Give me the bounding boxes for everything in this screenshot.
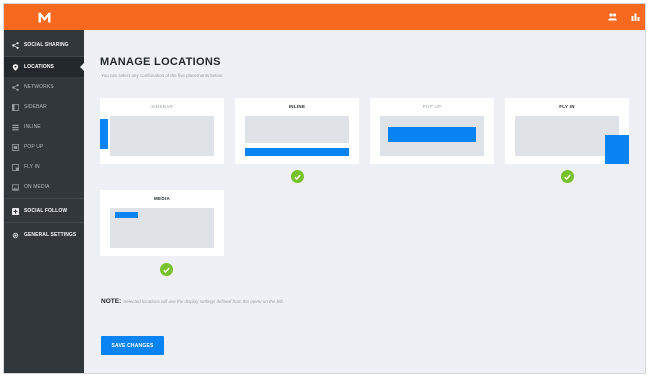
- check-icon: [561, 170, 574, 183]
- placement-label: MEDIA: [154, 196, 170, 201]
- page-subtitle: You can select any combination of the fi…: [101, 73, 224, 78]
- media-placement-bar: [115, 212, 138, 218]
- gear-icon: [11, 231, 19, 239]
- placement-label: INLINE: [288, 104, 306, 109]
- divider: [4, 198, 84, 199]
- popup-placement-box: [388, 127, 476, 142]
- sidebar-item-label: SOCIAL SHARING: [24, 42, 69, 48]
- sidebar: SOCIAL SHARING LOCATIONS NETWORKS SIDEBA…: [4, 30, 84, 373]
- sidebar-item-social-follow[interactable]: SOCIAL FOLLOW: [4, 201, 84, 221]
- placement-card-sidebar[interactable]: SIDEBAR: [100, 98, 224, 164]
- sidebar-item-label: LOCATIONS: [24, 64, 54, 70]
- sidebar-item-on-media[interactable]: ON MEDIA: [4, 177, 84, 197]
- sidebar-item-label: INLINE: [24, 124, 41, 130]
- sidebar-item-pop-up[interactable]: POP UP: [4, 137, 84, 157]
- flyin-icon: [11, 163, 19, 171]
- placement-card-inline[interactable]: INLINE: [235, 98, 359, 164]
- placement-preview: [515, 116, 619, 156]
- page-title: MANAGE LOCATIONS: [100, 56, 221, 68]
- main-content: MANAGE LOCATIONS You can select any comb…: [84, 30, 645, 373]
- image-icon: [11, 183, 19, 191]
- sidebar-item-label: ON MEDIA: [24, 184, 50, 190]
- bar-chart-icon[interactable]: [629, 11, 641, 23]
- share-icon: [11, 41, 19, 49]
- placement-card-pop-up[interactable]: POP UP: [370, 98, 494, 164]
- check-icon: [291, 170, 304, 183]
- placement-label: POP UP: [422, 104, 442, 109]
- placement-label: SIDEBAR: [151, 104, 173, 109]
- sidebar-placement-bar: [100, 119, 108, 149]
- placement-preview: [110, 116, 214, 156]
- sidebar-item-label: FLY IN: [24, 164, 40, 170]
- sidebar-item-label: POP UP: [24, 144, 44, 150]
- check-icon: [160, 263, 173, 276]
- location-icon: [11, 63, 19, 71]
- m-logo-icon[interactable]: [4, 4, 84, 30]
- sidebar-item-label: SOCIAL FOLLOW: [24, 208, 68, 214]
- flyin-placement-box: [605, 135, 629, 164]
- sidebar-item-label: GENERAL SETTINGS: [24, 232, 77, 238]
- placement-label: FLY IN: [559, 104, 575, 109]
- sidebar-item-networks[interactable]: NETWORKS: [4, 77, 84, 97]
- sidebar-item-fly-in[interactable]: FLY IN: [4, 157, 84, 177]
- sidebar-icon: [11, 103, 19, 111]
- share-icon: [11, 83, 19, 91]
- inline-placement-bar: [245, 148, 349, 156]
- popup-icon: [11, 143, 19, 151]
- note-label: NOTE:: [101, 298, 122, 305]
- sidebar-item-locations[interactable]: LOCATIONS: [4, 57, 84, 77]
- sidebar-item-label: NETWORKS: [24, 84, 54, 90]
- divider: [4, 222, 84, 223]
- save-changes-button[interactable]: SAVE CHANGES: [101, 336, 164, 355]
- app-window: SOCIAL SHARING LOCATIONS NETWORKS SIDEBA…: [3, 3, 646, 374]
- placement-card-fly-in[interactable]: FLY IN: [505, 98, 629, 164]
- inline-icon: [11, 123, 19, 131]
- note: NOTE: Selected locations will use the dis…: [101, 298, 284, 305]
- sidebar-item-label: SIDEBAR: [24, 104, 47, 110]
- note-text: Selected locations will use the display …: [123, 299, 284, 304]
- sidebar-item-general-settings[interactable]: GENERAL SETTINGS: [4, 225, 84, 245]
- placement-preview: [245, 116, 349, 143]
- users-icon[interactable]: [606, 11, 618, 23]
- sidebar-item-sidebar[interactable]: SIDEBAR: [4, 97, 84, 117]
- sidebar-item-inline[interactable]: INLINE: [4, 117, 84, 137]
- sidebar-item-social-sharing[interactable]: SOCIAL SHARING: [4, 35, 84, 55]
- top-bar: [4, 4, 645, 30]
- plus-icon: [11, 207, 19, 215]
- placement-card-media[interactable]: MEDIA: [100, 190, 224, 256]
